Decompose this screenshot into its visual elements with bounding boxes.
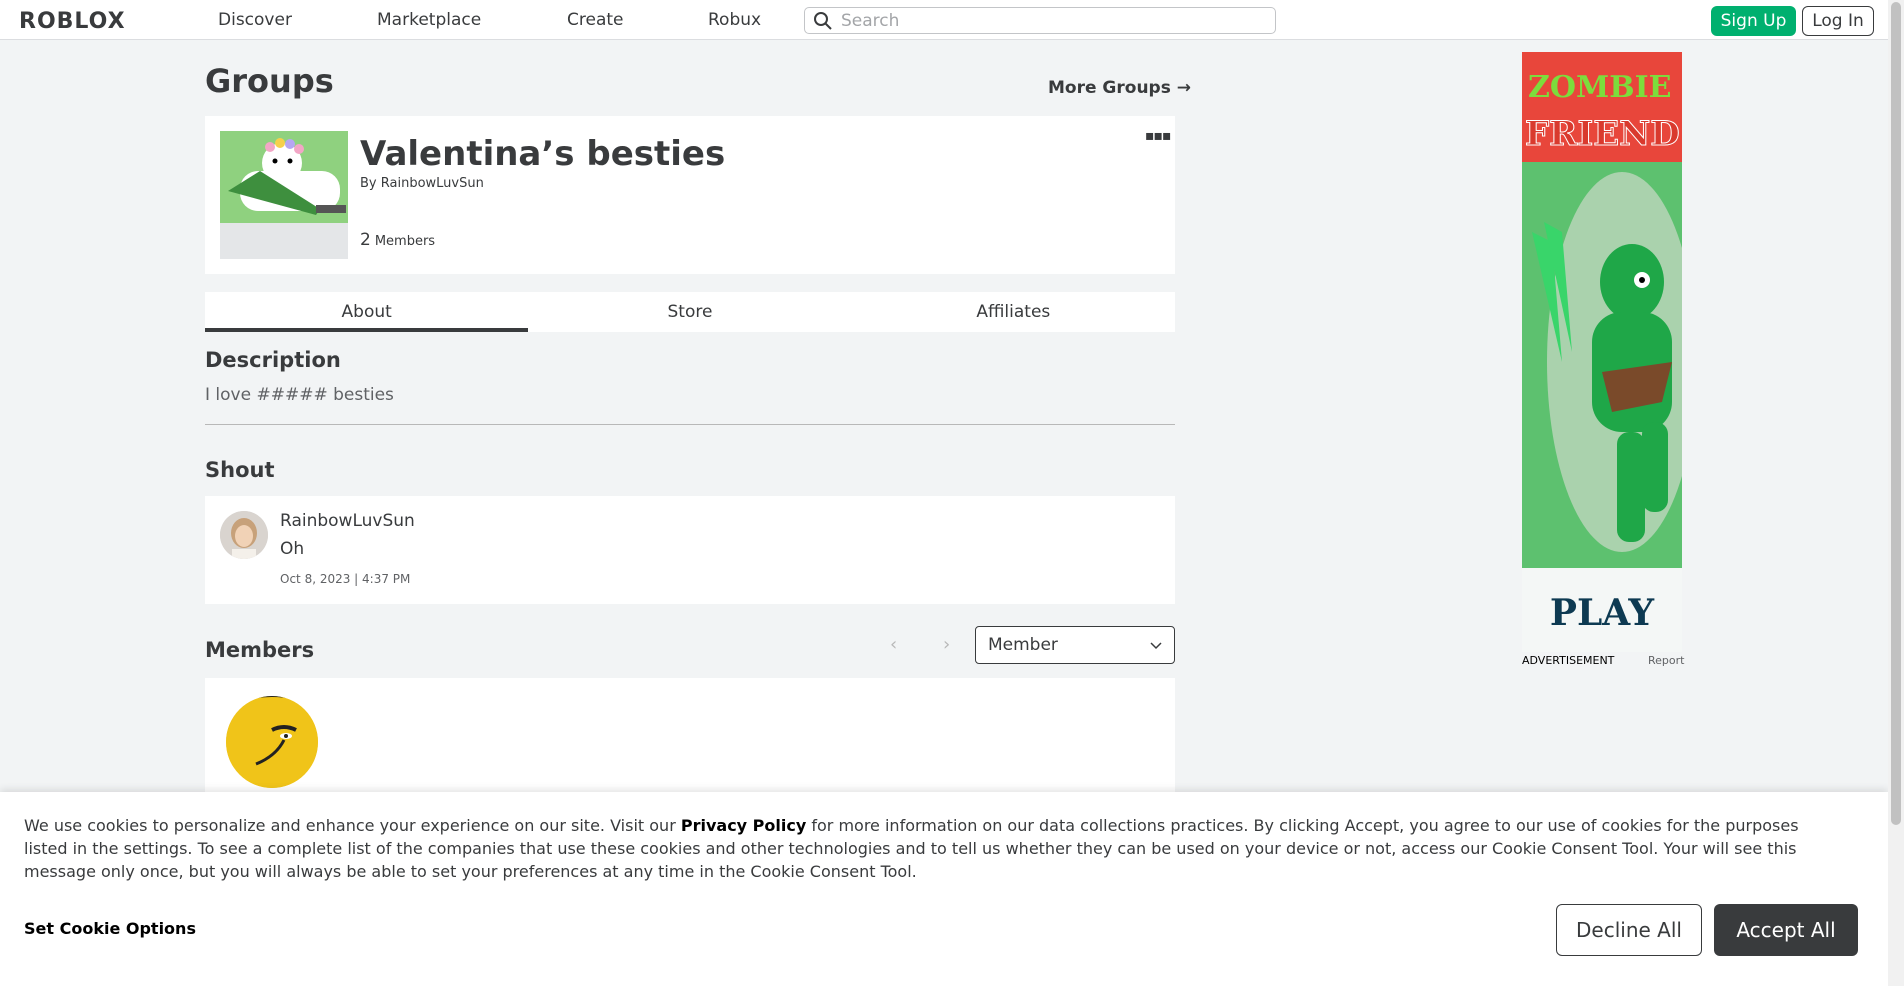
- cookie-message: We use cookies to personalize and enhanc…: [24, 814, 1844, 883]
- shout-message: Oh: [280, 539, 305, 559]
- cookie-text-start: We use cookies to personalize and enhanc…: [24, 816, 681, 835]
- members-list: [205, 678, 1175, 798]
- tab-store[interactable]: Store: [528, 292, 851, 332]
- ad-title-line1: ZOMBIE: [1528, 70, 1672, 105]
- top-navigation: ROBLOX Discover Marketplace Create Robux…: [0, 0, 1888, 40]
- group-header-card: ▪▪▪ Valentina’s besties By RainbowLuvSun…: [205, 116, 1175, 274]
- group-owner-link[interactable]: RainbowLuvSun: [381, 176, 484, 191]
- member-avatar[interactable]: [226, 696, 318, 788]
- previous-page-icon[interactable]: ‹: [890, 634, 897, 655]
- emblem-image: [220, 131, 348, 223]
- description-text: I love ##### besties: [205, 385, 394, 405]
- privacy-policy-link[interactable]: Privacy Policy: [681, 816, 806, 835]
- role-select[interactable]: Member: [975, 626, 1175, 664]
- roblox-logo[interactable]: ROBLOX: [19, 9, 126, 34]
- search-box: [804, 7, 1276, 34]
- nav-create[interactable]: Create: [567, 10, 624, 30]
- member-count-label: Members: [374, 234, 436, 249]
- group-name: Valentina’s besties: [360, 134, 726, 174]
- search-icon[interactable]: [813, 11, 833, 31]
- role-select-value: Member: [988, 635, 1058, 655]
- group-tabs: About Store Affiliates: [205, 292, 1175, 332]
- accept-all-button[interactable]: Accept All: [1714, 904, 1858, 956]
- members-heading: Members: [205, 638, 315, 662]
- ad-play-button[interactable]: PLAY: [1522, 592, 1682, 634]
- tab-affiliates[interactable]: Affiliates: [852, 292, 1175, 332]
- tab-about[interactable]: About: [205, 292, 529, 332]
- ad-title-line2: FRIEND: [1525, 114, 1681, 155]
- shout-heading: Shout: [205, 458, 275, 482]
- page-title: Groups: [205, 62, 334, 100]
- log-in-button[interactable]: Log In: [1802, 6, 1874, 36]
- scrollbar-thumb[interactable]: [1891, 2, 1901, 825]
- sign-up-button[interactable]: Sign Up: [1711, 6, 1796, 36]
- more-groups-link[interactable]: More Groups →: [1048, 78, 1191, 98]
- shout-card: RainbowLuvSun Oh Oct 8, 2023 | 4:37 PM: [205, 496, 1175, 604]
- shout-username-link[interactable]: RainbowLuvSun: [280, 511, 415, 531]
- search-input[interactable]: [841, 10, 1261, 31]
- group-owner-line: By RainbowLuvSun: [360, 176, 484, 191]
- ad-character-illustration: [1522, 162, 1682, 568]
- nav-marketplace[interactable]: Marketplace: [377, 10, 481, 30]
- by-label: By: [360, 176, 377, 191]
- advertisement-label: ADVERTISEMENT: [1522, 654, 1615, 667]
- advertisement-banner[interactable]: ZOMBIE FRIEND PLAY: [1522, 52, 1682, 652]
- group-emblem: [220, 131, 348, 259]
- chevron-down-icon: [1150, 635, 1162, 655]
- more-options-icon[interactable]: ▪▪▪: [1145, 128, 1171, 144]
- set-cookie-options-link[interactable]: Set Cookie Options: [24, 919, 196, 938]
- nav-robux[interactable]: Robux: [708, 10, 761, 30]
- avatar[interactable]: [220, 511, 268, 559]
- cookie-banner: We use cookies to personalize and enhanc…: [0, 792, 1888, 986]
- next-page-icon[interactable]: ›: [943, 634, 950, 655]
- member-count: 2 Members: [360, 230, 435, 250]
- shout-timestamp: Oct 8, 2023 | 4:37 PM: [280, 572, 411, 586]
- scrollbar[interactable]: [1888, 0, 1904, 986]
- member-count-value: 2: [360, 230, 371, 250]
- nav-discover[interactable]: Discover: [218, 10, 292, 30]
- description-heading: Description: [205, 348, 341, 372]
- section-divider: [205, 424, 1175, 425]
- ad-report-link[interactable]: Report: [1648, 654, 1684, 667]
- decline-all-button[interactable]: Decline All: [1556, 904, 1702, 956]
